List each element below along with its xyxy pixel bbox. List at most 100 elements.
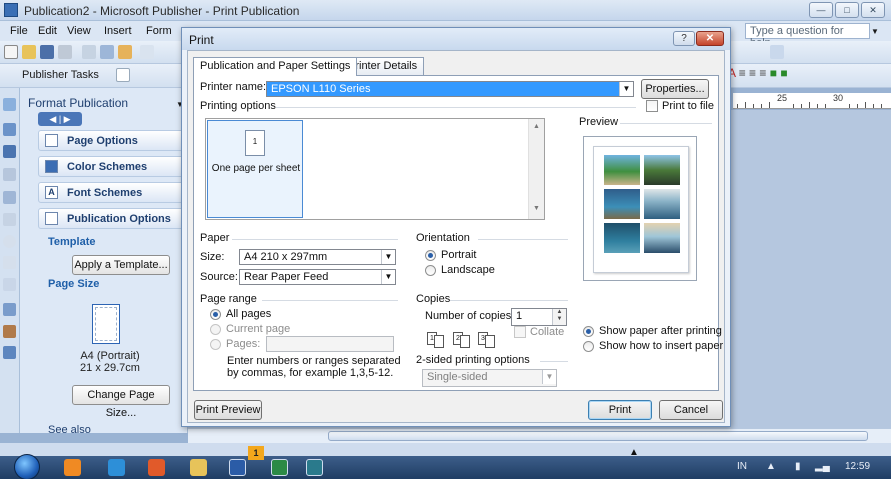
select-tool-icon[interactable] [3,98,16,111]
paper-size-select[interactable]: A4 210 x 297mm ▼ [239,249,396,265]
start-button[interactable] [14,454,40,479]
save-icon[interactable] [40,45,54,59]
line-icon[interactable] [3,213,16,226]
properties-button[interactable]: Properties... [641,79,709,99]
media-player-icon[interactable] [64,459,81,476]
scroll-down-icon[interactable]: ▼ [533,205,540,212]
wordart-icon[interactable] [3,168,16,181]
oval-icon[interactable] [3,235,16,248]
tray-arrow-icon[interactable]: ▲ [766,461,776,472]
language-indicator[interactable]: IN [737,461,747,472]
battery-icon[interactable]: ▮ [795,461,801,472]
copies-input[interactable]: 1 ▲ ▼ [511,308,567,326]
rectangle-icon[interactable] [3,256,16,269]
word-icon[interactable] [229,459,246,476]
print-button[interactable]: Print [588,400,652,420]
new-icon[interactable] [4,45,18,59]
current-page-label: Current page [226,323,291,335]
pages-radio[interactable] [210,339,221,350]
menu-view[interactable]: View [67,25,91,37]
show-insert-paper-radio[interactable] [583,341,594,352]
section-color-schemes[interactable]: Color Schemes [38,156,187,177]
research-icon[interactable] [118,45,132,59]
landscape-radio[interactable] [425,265,436,276]
chevron-down-icon[interactable]: ▼ [381,250,395,264]
scroll-thumb[interactable] [328,431,868,441]
line-style-icon[interactable]: ≡ [749,66,756,80]
collate-checkbox[interactable] [514,326,526,338]
align-icon[interactable]: ≡ [739,66,746,80]
chrome-icon[interactable] [108,459,125,476]
task-pane-title[interactable]: Format Publication [28,96,128,110]
font-style-icon[interactable] [116,68,130,82]
page-icon: 1 [245,130,265,156]
cancel-button[interactable]: Cancel [659,400,723,420]
change-page-size-button[interactable]: Change Page Size... [72,385,170,419]
tab-publication-paper-settings[interactable]: Publication and Paper Settings [193,57,358,76]
pages-input[interactable] [266,336,394,352]
format-painter-icon[interactable] [770,45,784,59]
two-sided-select[interactable]: Single-sided ▼ [422,369,557,387]
excel-icon[interactable] [271,459,288,476]
chevron-down-icon[interactable]: ▼ [542,370,556,384]
publisher-tasks-button[interactable]: Publisher Tasks [22,69,99,81]
print-icon[interactable] [58,45,72,59]
chevron-down-icon[interactable]: ▼ [619,82,633,96]
print-preview-icon[interactable] [82,45,96,59]
open-icon[interactable] [22,45,36,59]
section-font-schemes[interactable]: A Font Schemes [38,182,187,203]
current-page-radio[interactable] [210,324,221,335]
apply-template-button[interactable]: Apply a Template... [72,255,170,275]
picture-icon[interactable] [3,191,16,204]
two-sided-label: 2-sided printing options [416,354,534,366]
options-scrollbar[interactable]: ▲ ▼ [528,119,544,219]
print-preview-button[interactable]: Print Preview [194,400,262,420]
section-publication-options[interactable]: Publication Options [38,208,187,229]
see-also-link[interactable]: See also [48,424,91,433]
help-button[interactable]: ? [673,31,695,46]
3d-icon[interactable]: ■ [780,66,787,80]
close-window-button[interactable]: ✕ [861,2,885,18]
printer-name-select[interactable]: EPSON L110 Series ▼ [266,81,634,97]
publisher-taskbar-icon[interactable] [306,459,323,476]
signal-icon[interactable]: ▂▄ [815,461,830,472]
horizontal-scrollbar[interactable] [188,428,891,443]
font-schemes-icon: A [45,186,58,199]
dialog-close-button[interactable]: ✕ [696,31,724,46]
page-size-thumbnail[interactable] [92,304,120,344]
hotspot-icon[interactable] [3,303,16,316]
chevron-down-icon[interactable]: ▼ [381,270,395,284]
menu-file[interactable]: File [10,25,28,37]
publisher-app-icon[interactable] [4,3,18,17]
section-page-options[interactable]: Page Options [38,130,187,151]
portrait-radio[interactable] [425,250,436,261]
cut-icon[interactable] [140,45,154,59]
help-search-input[interactable]: Type a question for help [745,23,870,49]
show-paper-after-printing-radio[interactable] [583,326,594,337]
menu-format[interactable]: Form [146,25,172,37]
copies-spinner[interactable]: ▲ ▼ [552,309,566,325]
form-control-icon[interactable] [3,325,16,338]
printing-options-list[interactable]: 1 One page per sheet ▲ ▼ [205,118,545,220]
all-pages-radio[interactable] [210,309,221,320]
text-box-icon[interactable] [3,123,16,136]
print-to-file-checkbox[interactable] [646,100,658,112]
dash-style-icon[interactable]: ≡ [759,66,766,80]
pane-nav-buttons[interactable]: ◀ | ▶ [38,112,82,126]
clock[interactable]: 12:59 [845,461,870,472]
spelling-icon[interactable] [100,45,114,59]
scroll-up-icon[interactable]: ▲ [533,123,540,130]
table-icon[interactable] [3,145,16,158]
shadow-icon[interactable]: ■ [770,66,777,80]
one-page-per-sheet-option[interactable]: 1 One page per sheet [207,120,303,218]
explorer-icon[interactable] [190,459,207,476]
maximize-button[interactable]: □ [835,2,859,18]
menu-edit[interactable]: Edit [38,25,57,37]
autoshapes-icon[interactable] [3,278,16,291]
design-gallery-icon[interactable] [3,346,16,359]
paper-source-select[interactable]: Rear Paper Feed ▼ [239,269,396,285]
help-dropdown-icon[interactable]: ▼ [871,27,879,36]
menu-insert[interactable]: Insert [104,25,132,37]
minimize-button[interactable]: — [809,2,833,18]
firefox-icon[interactable] [148,459,165,476]
